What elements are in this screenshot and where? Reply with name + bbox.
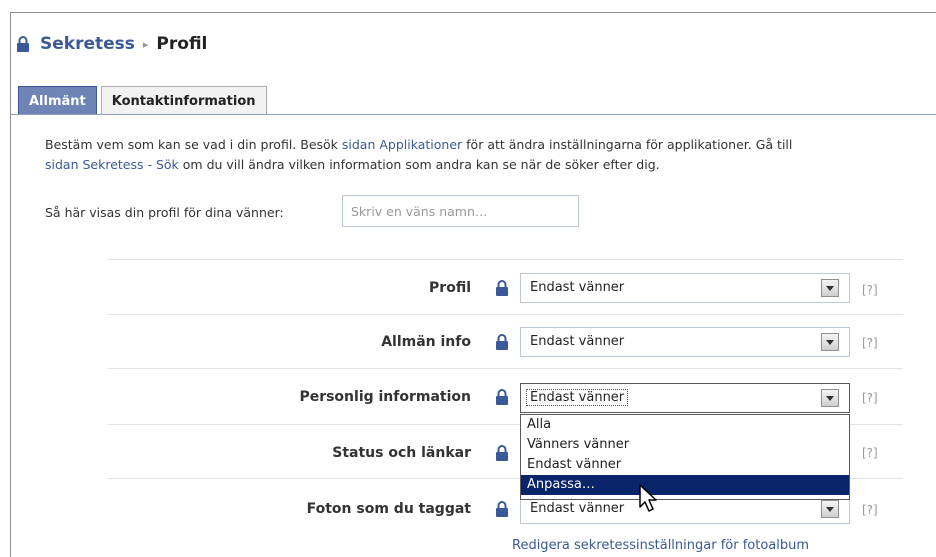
select-value: Endast vänner (530, 501, 625, 516)
lock-icon (495, 333, 509, 351)
frame-border-left (10, 12, 11, 557)
dropdown-option-endast-vanner[interactable]: Endast vänner (521, 455, 849, 475)
setting-label-profil: Profil (429, 280, 471, 296)
help-link[interactable]: [?] (862, 280, 878, 300)
friend-name-input[interactable]: Skriv en väns namn… (342, 195, 579, 227)
lock-icon (16, 35, 30, 53)
select-value: Endast vänner (530, 334, 625, 349)
lock-icon (495, 279, 509, 297)
breadcrumb-sekretess-link[interactable]: Sekretess (40, 34, 135, 54)
row-divider (108, 259, 903, 260)
select-value: Endast vänner (530, 280, 625, 295)
tab-bar: Allmänt Kontaktinformation (18, 86, 267, 115)
intro-text-part: för att ändra inställningarna för applik… (462, 137, 793, 152)
applications-page-link[interactable]: sidan Applikationer (342, 137, 462, 152)
row-divider (108, 368, 903, 369)
lock-icon (495, 388, 509, 406)
intro-text-part: Bestäm vem som kan se vad i din profil. … (45, 137, 342, 152)
tab-allmant[interactable]: Allmänt (18, 86, 97, 115)
privacy-select-profil[interactable]: Endast vänner (520, 273, 850, 303)
dropdown-option-alla[interactable]: Alla (521, 415, 849, 435)
chevron-down-icon[interactable] (821, 279, 839, 297)
help-link[interactable]: [?] (862, 388, 878, 408)
row-divider (108, 314, 903, 315)
help-link[interactable]: [?] (862, 500, 878, 520)
setting-label-foton-som-du-taggat: Foton som du taggat (306, 501, 471, 517)
privacy-select-personlig-information[interactable]: Endast vänner (520, 383, 850, 413)
intro-text-part: om du vill ändra vilken information som … (178, 157, 660, 172)
chevron-down-icon[interactable] (821, 389, 839, 407)
chevron-down-icon[interactable] (821, 333, 839, 351)
tab-kontaktinformation[interactable]: Kontaktinformation (100, 86, 267, 115)
select-value-focused: Endast vänner (526, 389, 629, 406)
help-link[interactable]: [?] (862, 333, 878, 353)
breadcrumb-separator-icon: ▸ (142, 37, 149, 51)
help-link[interactable]: [?] (862, 443, 878, 463)
breadcrumb: Sekretess ▸ Profil (16, 31, 207, 57)
privacy-select-allman-info[interactable]: Endast vänner (520, 327, 850, 357)
frame-border-top (10, 12, 936, 13)
lock-icon (495, 444, 509, 462)
edit-photo-album-privacy-link[interactable]: Redigera sekretessinställningar för foto… (512, 536, 809, 556)
intro-text: Bestäm vem som kan se vad i din profil. … (45, 135, 935, 175)
chevron-down-icon[interactable] (821, 500, 839, 518)
privacy-dropdown-list: Alla Vänners vänner Endast vänner Anpass… (520, 414, 850, 500)
setting-label-allman-info: Allmän info (381, 334, 471, 350)
mouse-cursor-icon (638, 483, 660, 513)
setting-label-status-och-lankar: Status och länkar (332, 445, 471, 461)
setting-label-personlig-information: Personlig information (299, 389, 471, 405)
page-title: Profil (156, 34, 208, 54)
tab-underline (10, 114, 936, 115)
lock-icon (495, 500, 509, 518)
dropdown-option-vanners-vanner[interactable]: Vänners vänner (521, 435, 849, 455)
preview-label: Så här visas din profil för dina vänner: (45, 205, 284, 220)
dropdown-option-anpassa[interactable]: Anpassa… (521, 475, 849, 495)
privacy-search-link[interactable]: sidan Sekretess - Sök (45, 157, 179, 172)
select-value: Endast vänner (521, 388, 821, 408)
